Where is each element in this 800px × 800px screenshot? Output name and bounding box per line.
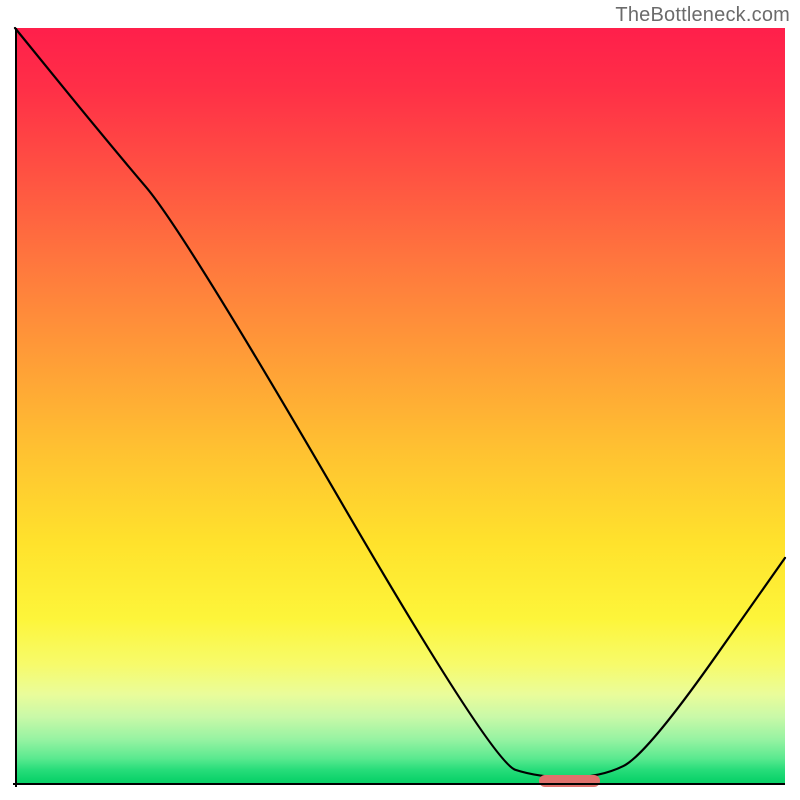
plot-area [15,28,785,785]
watermark-text: TheBottleneck.com [615,4,790,27]
bottleneck-curve [15,28,785,785]
optimal-range-marker [539,775,601,787]
